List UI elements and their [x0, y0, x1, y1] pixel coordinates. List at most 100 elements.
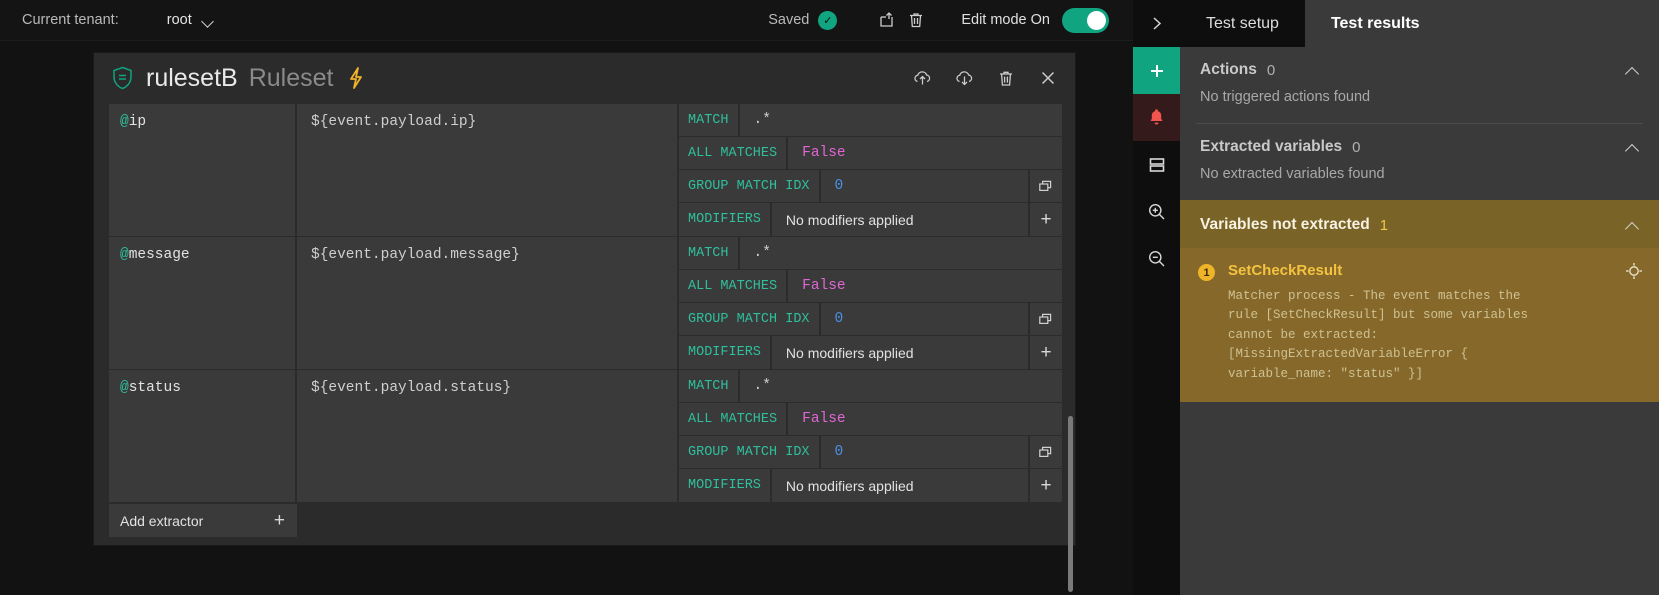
chevron-up-icon[interactable] — [1626, 66, 1639, 75]
extractor-properties: MATCH.*ALL MATCHESFalseGROUP MATCH IDX0M… — [679, 104, 1062, 236]
property-value[interactable]: .* — [740, 370, 1062, 402]
property-value[interactable]: False — [788, 403, 1062, 435]
export-icon[interactable] — [871, 5, 901, 35]
notifications-bell-icon[interactable] — [1133, 94, 1180, 141]
add-modifier-button[interactable]: + — [1028, 203, 1062, 236]
property-value[interactable]: No modifiers applied — [772, 469, 1028, 502]
add-extractor-button[interactable]: Add extractor + — [109, 504, 297, 537]
edit-mode-toggle[interactable] — [1062, 8, 1109, 33]
property-label: ALL MATCHES — [679, 137, 788, 169]
add-modifier-button[interactable]: + — [1028, 336, 1062, 369]
extractor-property-row: MODIFIERSNo modifiers applied+ — [679, 203, 1062, 236]
close-icon[interactable] — [1033, 63, 1063, 93]
plus-icon: + — [1040, 343, 1051, 362]
add-item-button[interactable] — [1133, 47, 1180, 94]
variables-not-extracted-header[interactable]: Variables not extracted 1 — [1180, 200, 1659, 248]
layout-panel-icon[interactable] — [1133, 141, 1180, 188]
property-value[interactable]: 0 — [821, 436, 1028, 468]
property-value[interactable]: False — [788, 270, 1062, 302]
results-tabs: Test setup Test results — [1180, 0, 1659, 47]
extractor-property-row: GROUP MATCH IDX0 — [679, 303, 1062, 336]
zoom-out-icon[interactable] — [1133, 235, 1180, 282]
panel-scrollbar[interactable] — [1068, 416, 1073, 592]
plus-icon: + — [1040, 210, 1051, 229]
actions-title: Actions — [1200, 61, 1257, 79]
extractor-table: @ip${event.payload.ip}MATCH.*ALL MATCHES… — [109, 103, 1062, 547]
variables-not-extracted-body: 1 SetCheckResult Matcher process - The e… — [1180, 248, 1659, 402]
property-label: GROUP MATCH IDX — [679, 170, 821, 202]
locate-target-icon[interactable] — [1625, 262, 1643, 285]
extractor-property-row: ALL MATCHES False — [679, 137, 1062, 170]
extractor-source-cell[interactable]: ${event.payload.message} — [297, 237, 679, 369]
extractor-name-cell[interactable]: @status — [109, 370, 297, 502]
chevron-down-icon[interactable] — [203, 17, 214, 24]
actions-section-header[interactable]: Actions 0 — [1180, 47, 1659, 89]
property-value[interactable]: 0 — [821, 303, 1028, 335]
property-value[interactable]: .* — [740, 104, 1062, 136]
zoom-in-icon[interactable] — [1133, 188, 1180, 235]
tab-test-results[interactable]: Test results — [1305, 0, 1446, 47]
at-prefix: @ — [120, 380, 129, 396]
extractor-property-row: MODIFIERSNo modifiers applied + — [679, 336, 1062, 369]
cloud-upload-icon[interactable] — [907, 63, 937, 93]
lightning-bolt-icon — [347, 66, 365, 90]
property-label: MODIFIERS — [679, 336, 772, 369]
shield-icon — [112, 66, 133, 90]
extractor-source-expression: ${event.payload.message} — [311, 247, 520, 263]
expand-panel-icon[interactable] — [1133, 0, 1180, 47]
plus-icon: + — [274, 511, 285, 530]
property-value[interactable]: False — [788, 137, 1062, 169]
extractor-property-row: ALL MATCHESFalse — [679, 270, 1062, 303]
warning-rule-name: SetCheckResult — [1228, 262, 1641, 279]
delete-icon[interactable] — [901, 5, 931, 35]
extracted-variables-title: Extracted variables — [1200, 138, 1342, 156]
tab-test-setup[interactable]: Test setup — [1180, 0, 1305, 47]
warning-index-badge: 1 — [1198, 264, 1215, 281]
duplicate-icon[interactable] — [1028, 436, 1062, 468]
property-value-text: No modifiers applied — [786, 478, 914, 494]
property-value[interactable]: 0 — [821, 170, 1028, 202]
property-value-text: .* — [754, 112, 771, 128]
extracted-variables-section-header[interactable]: Extracted variables 0 — [1180, 124, 1659, 166]
extractor-property-row: MATCH .* — [679, 370, 1062, 403]
top-bar-actions: Saved ✓ Edit mode On — [768, 5, 1133, 35]
property-value-text: False — [802, 145, 846, 161]
tab-test-setup-label: Test setup — [1206, 15, 1279, 33]
extractor-source-cell[interactable]: ${event.payload.status} — [297, 370, 679, 502]
actions-empty-message: No triggered actions found — [1180, 89, 1659, 123]
table-row: @ip ${event.payload.ip} MATCH .* ALL MATCHES… — [109, 103, 1062, 236]
property-value[interactable]: No modifiers applied — [772, 203, 1028, 236]
property-label: MATCH — [679, 104, 740, 136]
extractor-name: status — [129, 380, 181, 396]
warning-content: SetCheckResult Matcher process - The eve… — [1228, 262, 1641, 384]
extractor-property-row: GROUP MATCH IDX0 — [679, 436, 1062, 469]
tab-test-results-label: Test results — [1331, 15, 1420, 33]
duplicate-icon[interactable] — [1028, 170, 1062, 202]
property-label: ALL MATCHES — [679, 403, 788, 435]
property-value-text: 0 — [835, 178, 844, 194]
cloud-download-icon[interactable] — [949, 63, 979, 93]
edit-mode-label: Edit mode On — [961, 12, 1050, 28]
add-extractor-row: Add extractor + — [109, 502, 297, 537]
chevron-up-icon[interactable] — [1626, 221, 1639, 230]
property-label: MATCH — [679, 237, 740, 269]
extractor-name: message — [129, 247, 190, 263]
duplicate-icon[interactable] — [1028, 303, 1062, 335]
property-value-text: .* — [754, 378, 771, 394]
extractor-name-cell[interactable]: @message — [109, 237, 297, 369]
property-value[interactable]: .* — [740, 237, 1062, 269]
check-icon: ✓ — [818, 11, 837, 30]
ruleset-panel: rulesetB Ruleset — [93, 52, 1076, 546]
ruleset-panel-header: rulesetB Ruleset — [94, 53, 1075, 103]
extractor-source-cell[interactable]: ${event.payload.ip} — [297, 104, 679, 236]
property-value-text: 0 — [835, 444, 844, 460]
chevron-up-icon[interactable] — [1626, 143, 1639, 152]
at-prefix: @ — [120, 114, 129, 130]
property-label: MATCH — [679, 370, 740, 402]
extractor-source-expression: ${event.payload.ip} — [311, 114, 476, 130]
extractor-name-cell[interactable]: @ip — [109, 104, 297, 236]
add-modifier-button[interactable]: + — [1028, 469, 1062, 502]
delete-ruleset-icon[interactable] — [991, 63, 1021, 93]
tenant-value[interactable]: root — [167, 12, 192, 28]
property-value[interactable]: No modifiers applied — [772, 336, 1028, 369]
